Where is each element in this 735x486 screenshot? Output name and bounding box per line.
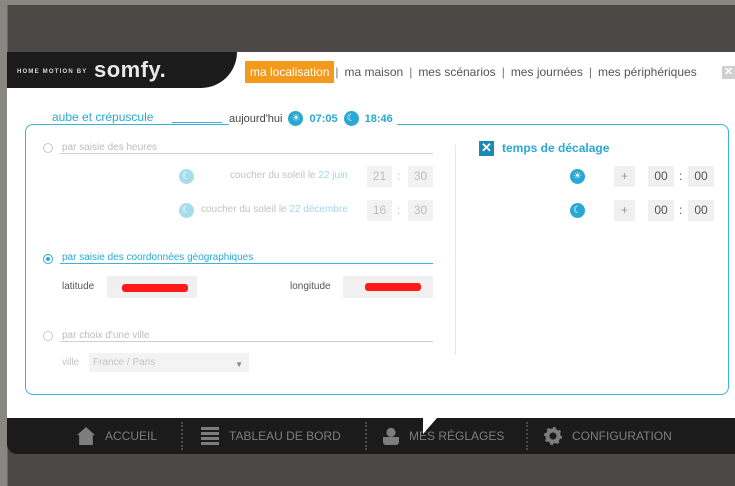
home-icon (77, 427, 95, 445)
active-nav-pointer (423, 418, 437, 434)
nav-accueil[interactable]: ACCUEIL (77, 418, 157, 454)
user-icon (383, 427, 399, 445)
option-coordinates-underline (60, 263, 433, 264)
close-icon[interactable]: ✕ (722, 66, 735, 79)
city-label: ville (62, 357, 80, 368)
title-underline (172, 122, 222, 123)
time-colon: : (397, 203, 401, 217)
latitude-input[interactable] (107, 276, 197, 298)
gear-icon (544, 427, 562, 445)
radio-hours[interactable] (43, 143, 53, 153)
winter-sunset-label: coucher du soleil le 22 décembre (201, 204, 348, 215)
latitude-label: latitude (62, 281, 95, 292)
longitude-label: longitude (290, 281, 331, 292)
redaction-mark (122, 284, 188, 292)
sunrise-icon: ☀ (570, 169, 585, 184)
sunrise-offset-hours[interactable]: 00 (648, 166, 674, 187)
radio-city[interactable] (43, 331, 53, 341)
time-colon: : (679, 203, 683, 217)
tab-mes-journees[interactable]: mes journées (506, 61, 588, 83)
nav-label: ACCUEIL (105, 429, 158, 443)
bottom-navigation: ACCUEIL TABLEAU DE BORD MES RÉGLAGES CON… (7, 418, 735, 454)
main-tabs: ma localisation | ma maison | mes scénar… (245, 60, 702, 84)
option-hours-underline (60, 153, 433, 154)
chevron-down-icon: ▼ (235, 360, 243, 369)
today-info: aujourd'hui ☀ 07:05 ☾ 18:46 (229, 111, 397, 126)
moon-icon: ☾ (343, 111, 359, 126)
option-coordinates-label[interactable]: par saisie des coordonnées géographiques (62, 252, 253, 263)
sunrise-offset-sign[interactable]: + (614, 166, 635, 187)
tab-ma-maison[interactable]: ma maison (340, 61, 409, 83)
nav-label: CONFIGURATION (572, 429, 672, 443)
summer-hour-input[interactable]: 21 (367, 166, 392, 187)
sunset-offset-hours[interactable]: 00 (648, 200, 674, 221)
offset-checkbox[interactable]: ✕ (479, 141, 494, 156)
option-hours-label[interactable]: par saisie des heures (62, 142, 157, 153)
sunrise-offset-minutes[interactable]: 00 (688, 166, 714, 187)
nav-configuration[interactable]: CONFIGURATION (544, 418, 672, 454)
sunset-offset-minutes[interactable]: 00 (688, 200, 714, 221)
sunset-offset-sign[interactable]: + (614, 200, 635, 221)
today-label: aujourd'hui (229, 112, 283, 125)
option-city-underline (60, 341, 433, 342)
nav-label: TABLEAU DE BORD (229, 429, 341, 443)
summer-minute-input[interactable]: 30 (408, 166, 433, 187)
nav-divider (526, 422, 528, 450)
moon-icon: ☾ (179, 169, 194, 184)
tab-mes-peripheriques[interactable]: mes périphériques (593, 61, 702, 83)
time-colon: : (679, 169, 683, 183)
nav-divider (181, 422, 183, 450)
longitude-input[interactable] (343, 276, 433, 298)
summer-sunset-label: coucher du soleil le 22 juin (230, 170, 348, 181)
moon-icon: ☾ (570, 203, 585, 218)
offset-title: temps de décalage (502, 141, 610, 155)
tab-mes-scenarios[interactable]: mes scénarios (413, 61, 500, 83)
redaction-mark (365, 283, 421, 291)
radio-coordinates[interactable] (43, 254, 53, 264)
tab-ma-localisation[interactable]: ma localisation (245, 61, 335, 83)
column-divider (455, 145, 456, 355)
city-select[interactable]: France / Paris ▼ (89, 353, 249, 372)
time-colon: : (397, 169, 401, 183)
sunset-time: 18:46 (364, 112, 393, 125)
nav-divider (365, 422, 367, 450)
brand-logo: HOME MOTION BY somfy. (7, 52, 237, 88)
nav-mes-reglages[interactable]: MES RÉGLAGES (383, 418, 504, 454)
winter-minute-input[interactable]: 30 (408, 200, 433, 221)
city-select-value: France / Paris (93, 357, 156, 368)
sunrise-icon: ☀ (288, 111, 304, 126)
nav-tableau-de-bord[interactable]: TABLEAU DE BORD (201, 418, 341, 454)
moon-icon: ☾ (179, 203, 194, 218)
brand-name: somfy. (94, 57, 167, 82)
section-title: aube et crépuscule (44, 110, 162, 124)
option-city-label[interactable]: par choix d'une ville (62, 330, 150, 341)
sunrise-time: 07:05 (309, 112, 338, 125)
brand-tagline: HOME MOTION BY (17, 69, 88, 75)
dashboard-icon (201, 427, 219, 445)
winter-hour-input[interactable]: 16 (367, 200, 392, 221)
